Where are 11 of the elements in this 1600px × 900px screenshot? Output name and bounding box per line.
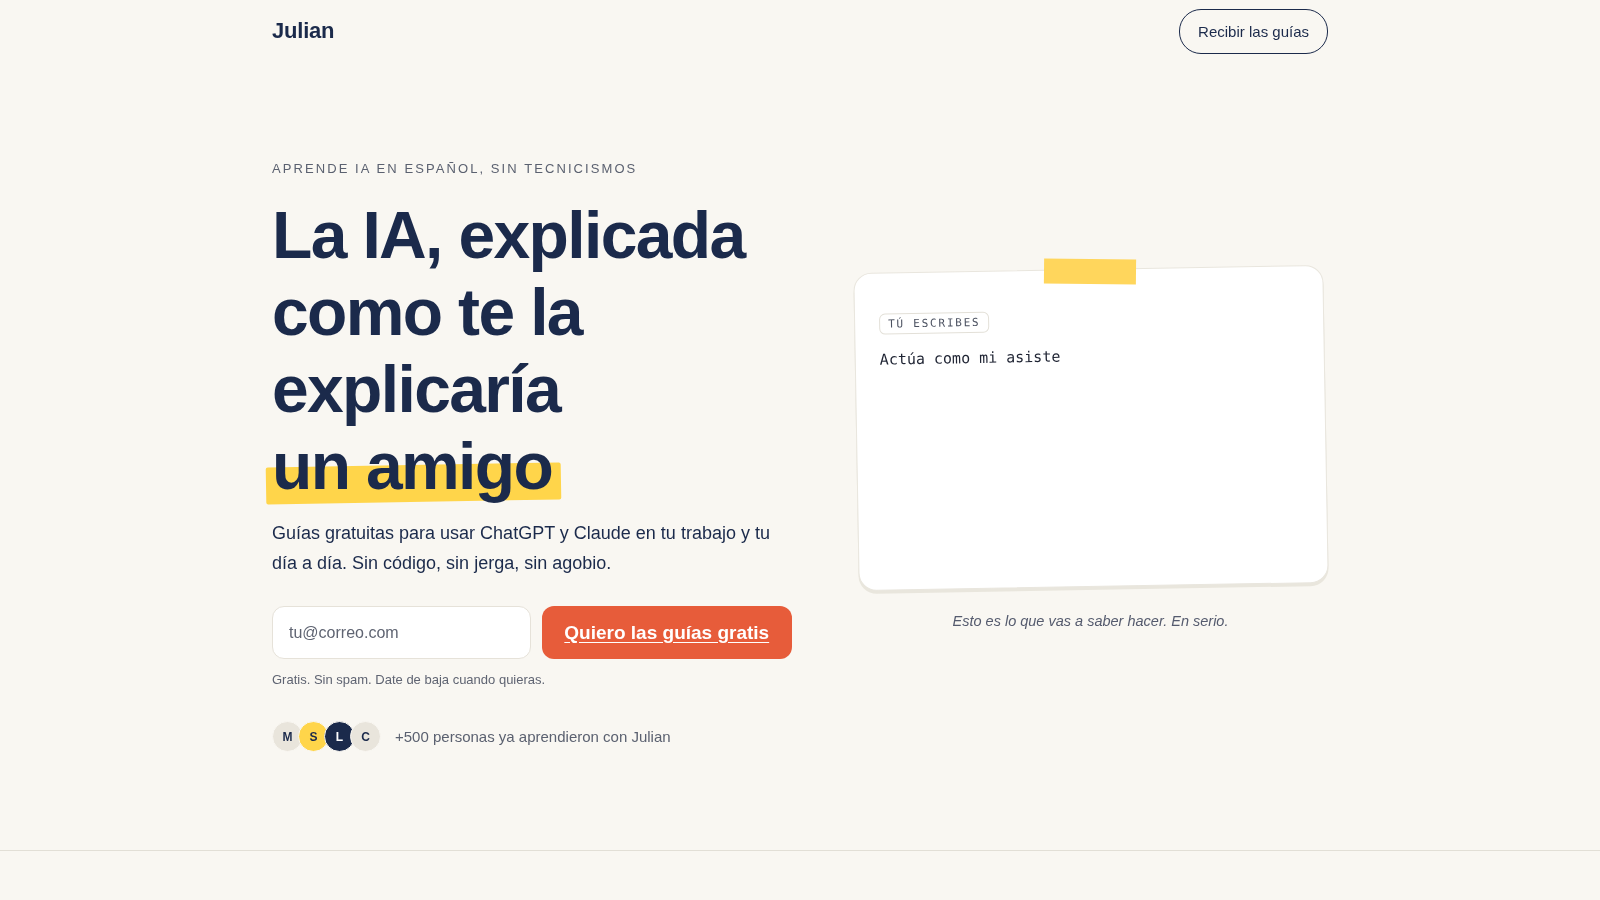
avatar-initial: C	[350, 721, 381, 752]
get-guides-button[interactable]: Recibir las guías	[1179, 8, 1328, 54]
hero-subtitle: Guías gratuitas para usar ChatGPT y Claude en tu trabajo y tu día a día. Sin código, sin jerga, sin agobio.	[272, 522, 771, 575]
email-input[interactable]: tu@correo.com	[272, 606, 531, 659]
logo-wordmark[interactable]: Julian	[272, 18, 335, 44]
eyebrow-text: APRENDE IA EN ESPAÑOL, SIN TECNICISMOS	[272, 161, 639, 177]
submit-button[interactable]: Quiero las guías gratis	[541, 606, 792, 659]
form-note: Gratis. Sin spam. Date de baja cuando quieras.	[272, 672, 547, 688]
typed-prompt-text: Actúa como mi asiste	[879, 346, 1062, 369]
social-proof-text: +500 personas ya aprendieron con Julian	[395, 728, 671, 745]
card-caption: Esto es lo que vas a saber hacer. En serio.	[952, 613, 1229, 629]
